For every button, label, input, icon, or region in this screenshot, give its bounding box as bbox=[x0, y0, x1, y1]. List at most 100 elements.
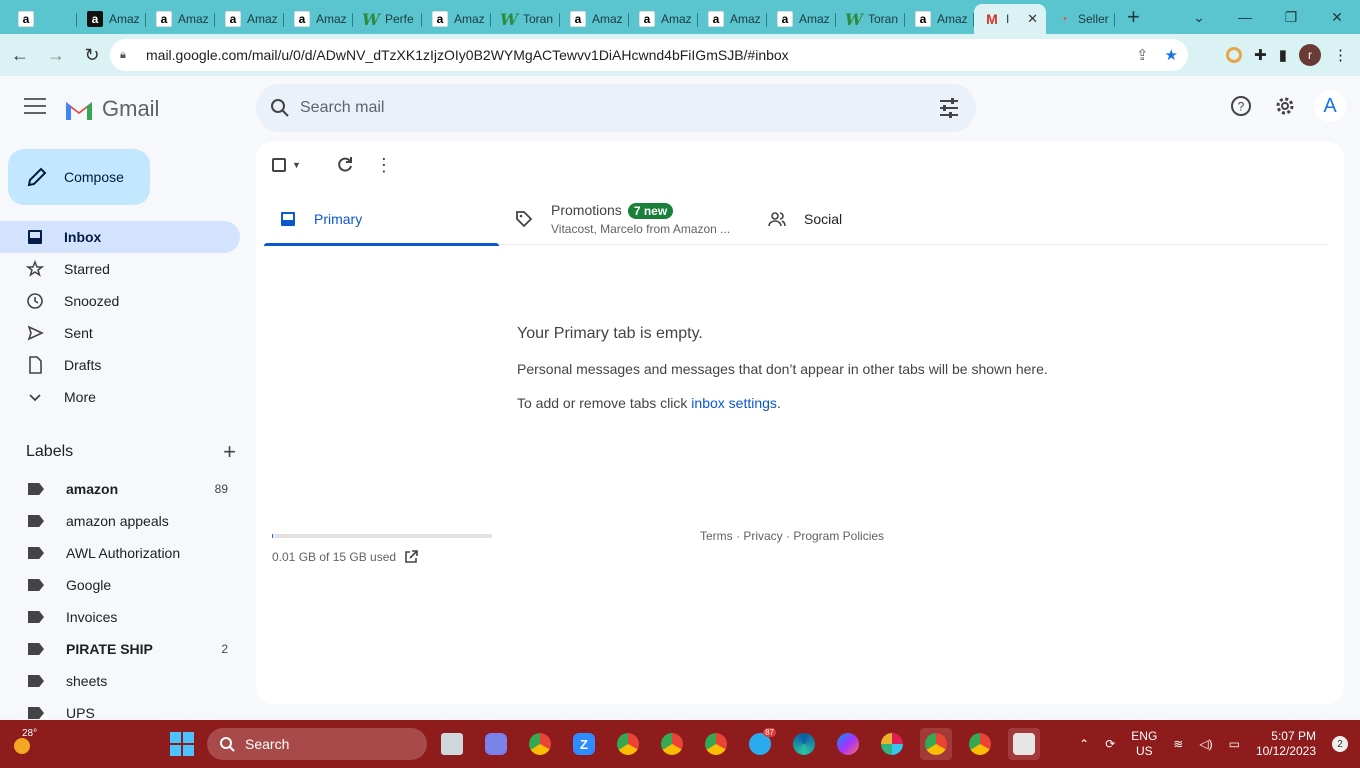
language-indicator[interactable]: ENG US bbox=[1131, 729, 1157, 759]
teams-icon[interactable] bbox=[480, 728, 512, 760]
lock-icon[interactable]: 🔒︎ bbox=[120, 49, 136, 62]
tab-social[interactable]: Social bbox=[752, 192, 987, 245]
external-link-icon[interactable] bbox=[404, 550, 418, 564]
label-item[interactable]: amazon appeals bbox=[0, 505, 240, 537]
gmail-logo[interactable]: Gmail bbox=[64, 96, 159, 122]
messenger-icon[interactable] bbox=[832, 728, 864, 760]
select-all-checkbox[interactable] bbox=[272, 158, 286, 172]
browser-tab-title: Amaz bbox=[730, 12, 761, 26]
sidebar-item-starred[interactable]: Starred bbox=[0, 253, 240, 285]
sidebar-item-sent[interactable]: Sent bbox=[0, 317, 240, 349]
clock-time: 5:07 PM bbox=[1271, 729, 1316, 743]
tab-list: a a Amaz a Amaz a Amaz a Amaz W Perfe a Amaz W Toran a A… bbox=[0, 0, 1115, 34]
compose-label: Compose bbox=[64, 169, 124, 185]
tab-search-icon[interactable]: ⌄ bbox=[1176, 9, 1222, 26]
label-item[interactable]: AWL Authorization bbox=[0, 537, 240, 569]
label-item[interactable]: sheets bbox=[0, 665, 240, 697]
browser-tab[interactable]: a Amaz bbox=[284, 4, 353, 34]
account-avatar[interactable]: A bbox=[1314, 90, 1346, 122]
main-menu-icon[interactable] bbox=[24, 98, 46, 114]
browser-tab[interactable]: M I ✕ bbox=[974, 4, 1046, 34]
chevron-up-icon[interactable]: ⌃ bbox=[1079, 737, 1089, 751]
maximize-button[interactable]: ❐ bbox=[1268, 9, 1314, 26]
extension-icon[interactable] bbox=[1226, 47, 1243, 63]
tab-promotions[interactable]: Promotions 7 new Vitacost, Marcelo from A… bbox=[499, 192, 752, 245]
browser-tab[interactable]: a Amaz bbox=[698, 4, 767, 34]
label-item[interactable]: Invoices bbox=[0, 601, 240, 633]
puzzle-icon[interactable]: ✚ bbox=[1254, 46, 1267, 64]
browser-tab[interactable]: a Amaz bbox=[905, 4, 974, 34]
browser-tab[interactable]: W Perfe bbox=[353, 4, 422, 34]
reload-button[interactable]: ↻ bbox=[76, 39, 108, 71]
help-icon[interactable]: ? bbox=[1226, 91, 1256, 121]
chevron-down-icon bbox=[26, 388, 44, 406]
label-name: sheets bbox=[66, 673, 108, 689]
close-tab-icon[interactable]: ✕ bbox=[1027, 11, 1038, 27]
browser-tab[interactable]: a Amaz bbox=[629, 4, 698, 34]
browser-tab[interactable]: W Toran bbox=[491, 4, 560, 34]
sidebar-item-drafts[interactable]: Drafts bbox=[0, 349, 240, 381]
sidebar-item-snoozed[interactable]: Snoozed bbox=[0, 285, 240, 317]
url-field[interactable]: 🔒︎ mail.google.com/mail/u/0/d/ADwNV_dTzX… bbox=[110, 39, 1188, 71]
labels-title: Labels bbox=[26, 443, 74, 460]
browser-tab[interactable]: a Amaz bbox=[422, 4, 491, 34]
search-input[interactable] bbox=[300, 94, 900, 122]
tab-primary[interactable]: Primary bbox=[264, 192, 499, 246]
side-panel-icon[interactable]: ▮ bbox=[1279, 46, 1287, 64]
telegram-icon[interactable]: 87 bbox=[744, 728, 776, 760]
refresh-icon[interactable] bbox=[335, 155, 355, 175]
settings-gear-icon[interactable] bbox=[1270, 91, 1300, 121]
taskbar-search[interactable]: Search bbox=[207, 728, 427, 760]
battery-icon[interactable]: ▭ bbox=[1229, 737, 1240, 751]
browser-tab[interactable]: a bbox=[8, 4, 77, 34]
label-item[interactable]: amazon 89 bbox=[0, 473, 240, 505]
browser-tab[interactable]: a Amaz bbox=[560, 4, 629, 34]
select-dropdown-icon[interactable]: ▼ bbox=[292, 160, 301, 170]
clock[interactable]: 5:07 PM 10/12/2023 bbox=[1256, 729, 1316, 759]
browser-tab[interactable]: a Amaz bbox=[215, 4, 284, 34]
volume-icon[interactable]: ◁) bbox=[1199, 737, 1212, 751]
label-item[interactable]: PIRATE SHIP 2 bbox=[0, 633, 240, 665]
profile-avatar[interactable]: r bbox=[1299, 44, 1321, 66]
share-icon[interactable]: ⇪ bbox=[1136, 46, 1149, 64]
more-options-icon[interactable]: ⋮ bbox=[375, 155, 393, 176]
new-tab-button[interactable]: + bbox=[1127, 2, 1140, 32]
slack-icon[interactable] bbox=[876, 728, 908, 760]
task-view-icon[interactable] bbox=[436, 728, 468, 760]
edge-icon[interactable] bbox=[788, 728, 820, 760]
footer-links[interactable]: Terms · Privacy · Program Policies bbox=[700, 529, 884, 543]
sidebar-item-more[interactable]: More bbox=[0, 381, 240, 413]
label-name: UPS bbox=[66, 705, 95, 721]
amazon-icon: a bbox=[777, 11, 793, 27]
snipping-tool-icon[interactable] bbox=[1008, 728, 1040, 760]
browser-tab[interactable]: a Amaz bbox=[767, 4, 836, 34]
inbox-settings-link[interactable]: inbox settings bbox=[691, 395, 777, 411]
compose-button[interactable]: Compose bbox=[8, 149, 150, 205]
forward-button[interactable]: → bbox=[40, 39, 72, 71]
search-icon[interactable] bbox=[268, 96, 292, 120]
browser-tab[interactable]: a Amaz bbox=[77, 4, 146, 34]
bookmark-star-icon[interactable]: ★ bbox=[1165, 46, 1178, 64]
chrome-active-icon[interactable] bbox=[920, 728, 952, 760]
chrome-profile-icon[interactable] bbox=[612, 728, 644, 760]
chrome-profile-2-icon[interactable] bbox=[656, 728, 688, 760]
start-button[interactable] bbox=[170, 732, 194, 756]
wifi-icon[interactable]: ≋ bbox=[1173, 737, 1183, 751]
browser-tab[interactable]: ◔ Seller bbox=[1046, 4, 1115, 34]
chrome-icon[interactable] bbox=[524, 728, 556, 760]
browser-tab[interactable]: a Amaz bbox=[146, 4, 215, 34]
minimize-button[interactable]: — bbox=[1222, 9, 1268, 25]
chrome-profile-4-icon[interactable] bbox=[964, 728, 996, 760]
add-label-button[interactable]: + bbox=[223, 439, 236, 465]
chrome-profile-3-icon[interactable] bbox=[700, 728, 732, 760]
back-button[interactable]: ← bbox=[4, 39, 36, 71]
close-window-button[interactable]: ✕ bbox=[1314, 9, 1360, 26]
search-options-icon[interactable] bbox=[938, 97, 960, 119]
browser-menu-icon[interactable]: ⋮ bbox=[1333, 46, 1348, 64]
label-item[interactable]: Google bbox=[0, 569, 240, 601]
notification-badge[interactable]: 2 bbox=[1332, 736, 1348, 752]
zoom-icon[interactable]: Z bbox=[568, 728, 600, 760]
browser-tab[interactable]: W Toran bbox=[836, 4, 905, 34]
sync-icon[interactable]: ⟳ bbox=[1105, 737, 1115, 751]
sidebar-item-inbox[interactable]: Inbox bbox=[0, 221, 240, 253]
